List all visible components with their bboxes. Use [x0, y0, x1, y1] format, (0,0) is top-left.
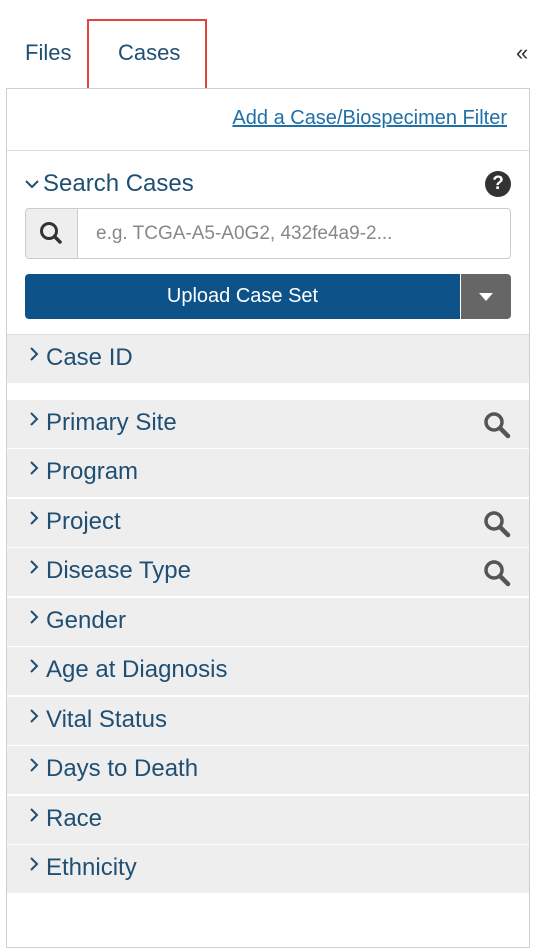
facet-label: Days to Death: [46, 755, 199, 782]
chevron-right-icon: [29, 756, 39, 779]
chevron-right-icon: [29, 657, 39, 680]
facet-project[interactable]: Project: [7, 499, 529, 547]
facet-race[interactable]: Race: [7, 796, 529, 844]
facet-label: Project: [46, 508, 121, 535]
search-icon: [26, 209, 78, 258]
tab-files[interactable]: Files: [25, 40, 71, 66]
sidebar-tabs: Files Cases «: [0, 0, 556, 92]
facet-case-id[interactable]: Case ID: [7, 335, 529, 383]
facet-label: Age at Diagnosis: [46, 656, 228, 683]
caret-down-icon: [479, 293, 493, 301]
facet-label: Primary Site: [46, 409, 177, 436]
facet-disease-type[interactable]: Disease Type: [7, 548, 529, 596]
chevron-right-icon: [29, 509, 39, 532]
facet-program[interactable]: Program: [7, 449, 529, 497]
search-icon[interactable]: [481, 509, 513, 544]
upload-case-set-dropdown[interactable]: [461, 274, 511, 319]
upload-case-set-button[interactable]: Upload Case Set: [25, 274, 460, 319]
facet-label: Race: [46, 805, 103, 832]
question-circle-icon[interactable]: ?: [485, 171, 511, 197]
facet-label: Disease Type: [46, 557, 191, 584]
facet-label: Program: [46, 458, 139, 485]
search-cases-title: Search Cases: [43, 170, 194, 197]
chevron-down-icon: [25, 173, 39, 194]
divider: [7, 150, 529, 151]
add-case-filter-link[interactable]: Add a Case/Biospecimen Filter: [232, 107, 507, 130]
chevron-right-icon: [29, 345, 39, 368]
chevron-right-icon: [29, 459, 39, 482]
case-search-box: [25, 208, 511, 259]
facet-age-at-diagnosis[interactable]: Age at Diagnosis: [7, 647, 529, 695]
facet-vital-status[interactable]: Vital Status: [7, 697, 529, 745]
facet-days-to-death[interactable]: Days to Death: [7, 746, 529, 794]
chevron-right-icon: [29, 558, 39, 581]
search-icon[interactable]: [481, 410, 513, 445]
case-search-input[interactable]: [78, 209, 508, 258]
chevron-right-icon: [29, 608, 39, 631]
facet-primary-site[interactable]: Primary Site: [7, 400, 529, 448]
facet-label: Gender: [46, 607, 127, 634]
search-cases-header[interactable]: Search Cases: [25, 170, 194, 198]
chevron-right-icon: [29, 410, 39, 433]
facet-gender[interactable]: Gender: [7, 598, 529, 646]
chevron-right-icon: [29, 855, 39, 878]
facet-label: Ethnicity: [46, 854, 137, 881]
facet-label: Case ID: [46, 344, 133, 371]
collapse-sidebar-button[interactable]: «: [516, 40, 528, 66]
search-icon[interactable]: [481, 558, 513, 593]
filter-panel: Add a Case/Biospecimen Filter Search Cas…: [6, 88, 530, 948]
facet-ethnicity[interactable]: Ethnicity: [7, 845, 529, 893]
chevron-right-icon: [29, 707, 39, 730]
facet-label: Vital Status: [46, 706, 167, 733]
chevron-right-icon: [29, 806, 39, 829]
tab-cases[interactable]: Cases: [118, 40, 180, 66]
